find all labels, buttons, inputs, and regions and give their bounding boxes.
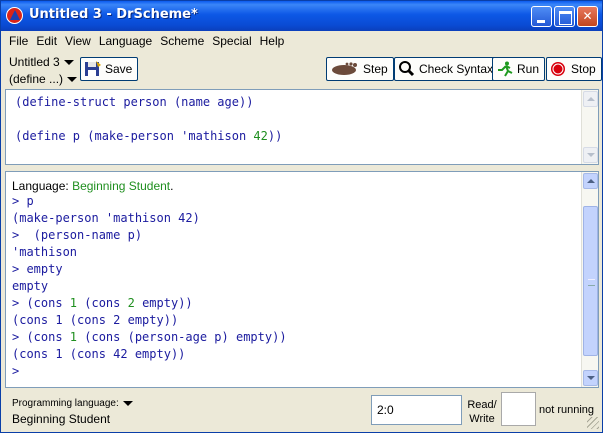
close-icon: ✕ <box>582 9 593 23</box>
run-button-label: Run <box>517 62 540 76</box>
define-menu-label: (define ...) <box>9 72 64 86</box>
current-language: Beginning Student <box>12 412 111 426</box>
definition-line: (define p (make-person 'mathison 42)) <box>15 129 282 143</box>
step-button-label: Step <box>363 62 388 76</box>
check-syntax-label: Check Syntax <box>419 62 494 76</box>
repl-line: > empty <box>12 262 63 276</box>
definitions-scrollbar[interactable] <box>581 90 598 164</box>
number-literal: 2 <box>127 296 135 310</box>
code-text: empty)) <box>134 296 193 310</box>
resize-grip-icon[interactable] <box>587 417 599 429</box>
stop-button-label: Stop <box>571 62 596 76</box>
code-text: (cons <box>77 296 128 310</box>
menu-scheme[interactable]: Scheme <box>156 32 208 50</box>
programming-language-menu[interactable]: Programming language: <box>12 398 133 409</box>
scrollbar-thumb[interactable] <box>583 206 598 356</box>
interactions-scrollbar[interactable] <box>581 172 598 387</box>
maximize-button[interactable] <box>554 6 575 27</box>
code-text: (cons (person-age p) empty)) <box>77 330 287 344</box>
title-bar[interactable]: Untitled 3 - DrScheme* ✕ <box>1 1 602 31</box>
scroll-down-arrow-icon[interactable] <box>583 370 598 386</box>
repl-line: (make-person 'mathison 42) <box>12 211 200 225</box>
repl-line: > (person-name p) <box>12 228 143 242</box>
read-write-label: Read/Write <box>467 398 497 426</box>
file-name-label: Untitled 3 <box>9 55 60 69</box>
number-literal: 1 <box>69 330 78 344</box>
save-disk-icon <box>84 61 102 77</box>
menu-help[interactable]: Help <box>256 32 289 50</box>
repl-line: (cons 1 (cons 42 empty)) <box>12 347 186 361</box>
run-status: not running <box>539 404 595 416</box>
scroll-up-arrow-icon[interactable] <box>583 173 598 189</box>
step-button[interactable]: Step <box>326 57 394 81</box>
minimize-button[interactable] <box>531 6 552 27</box>
code-text: )) <box>267 129 283 143</box>
language-banner: Language: Beginning Student. <box>12 179 174 193</box>
chevron-down-icon <box>122 400 133 406</box>
programming-language-label: Programming language: <box>12 398 119 409</box>
menu-edit[interactable]: Edit <box>32 32 61 50</box>
repl-line: > (cons 1 (cons (person-age p) empty)) <box>12 330 287 344</box>
definitions-editor[interactable]: (define-struct person (name age)) (defin… <box>5 89 599 165</box>
gc-indicator-box <box>501 392 536 426</box>
repl-line: > (cons 1 (cons 2 empty)) <box>12 296 193 310</box>
footprint-icon <box>330 61 360 77</box>
drscheme-window: Untitled 3 - DrScheme* ✕ File Edit View … <box>0 0 603 433</box>
definition-line: (define-struct person (name age)) <box>15 95 254 109</box>
runner-icon <box>496 61 514 77</box>
language-name: Beginning Student <box>72 179 171 193</box>
file-name-menu[interactable]: Untitled 3 <box>9 55 74 69</box>
interactions-window[interactable]: Language: Beginning Student. > p (make-p… <box>5 171 599 388</box>
menu-file[interactable]: File <box>5 32 32 50</box>
read-label: Read/ <box>467 399 497 411</box>
run-button[interactable]: Run <box>492 57 546 81</box>
menu-special[interactable]: Special <box>208 32 255 50</box>
save-button[interactable]: Save <box>80 57 139 81</box>
repl-prompt: > <box>12 364 20 378</box>
repl-line: > p <box>12 194 34 208</box>
scroll-down-arrow-icon[interactable] <box>583 147 598 163</box>
window-title: Untitled 3 - DrScheme* <box>29 7 198 22</box>
menu-bar: File Edit View Language Scheme Special H… <box>5 32 288 50</box>
check-syntax-button[interactable]: Check Syntax <box>394 57 500 81</box>
scroll-up-arrow-icon[interactable] <box>583 91 598 107</box>
code-text: > (cons <box>12 296 70 310</box>
cursor-position-field: 2:0 <box>371 395 462 425</box>
language-prefix: Language: <box>12 179 73 193</box>
stop-icon <box>550 61 568 77</box>
grip-icon <box>588 279 595 286</box>
language-suffix: . <box>170 179 174 193</box>
write-label: Write <box>469 413 495 425</box>
chevron-down-icon <box>63 60 74 66</box>
menu-view[interactable]: View <box>61 32 95 50</box>
chevron-down-icon <box>67 77 78 83</box>
magnifier-icon <box>398 61 416 77</box>
repl-line: (cons 1 (cons 2 empty)) <box>12 313 179 327</box>
save-button-label: Save <box>105 62 133 76</box>
code-text: > (cons <box>12 330 70 344</box>
repl-line: 'mathison <box>12 245 78 259</box>
number-literal: 42 <box>253 129 268 143</box>
drscheme-logo-icon <box>6 7 23 24</box>
define-menu[interactable]: (define ...) <box>9 72 78 86</box>
menu-language[interactable]: Language <box>95 32 156 50</box>
stop-button[interactable]: Stop <box>546 57 602 81</box>
repl-line: empty <box>12 279 49 293</box>
close-button[interactable]: ✕ <box>577 6 598 27</box>
code-text: (define p (make-person 'mathison <box>15 129 254 143</box>
number-literal: 1 <box>69 296 78 310</box>
